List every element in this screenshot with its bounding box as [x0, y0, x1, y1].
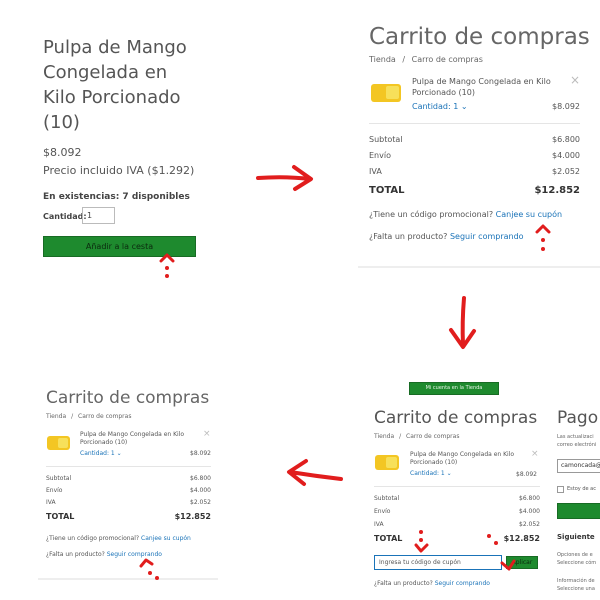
continue-line: ¿Falta un producto? Seguir comprando — [369, 232, 524, 241]
redeem-coupon-link[interactable]: Canjee su cupón — [141, 535, 191, 542]
remove-item-icon[interactable]: × — [531, 449, 539, 459]
annotation-dot — [419, 530, 423, 534]
divider — [46, 466, 211, 467]
cart-item-price: $8.092 — [190, 450, 211, 457]
arrow-right-icon — [256, 165, 313, 191]
breadcrumb-current: Carro de compras — [406, 433, 460, 440]
breadcrumb-home[interactable]: Tienda — [374, 433, 394, 440]
payment-title: Pago — [557, 408, 599, 428]
my-account-button[interactable]: Mi cuenta en la Tienda — [409, 382, 499, 395]
summary: Subtotal $6.800 Envío $4.000 IVA $2.052 TOT… — [374, 495, 540, 543]
promo-line: ¿Tiene un código promocional? Canjee su … — [369, 210, 563, 219]
page-title: Carrito de compras — [374, 408, 538, 428]
breadcrumb-home[interactable]: Tienda — [46, 413, 66, 420]
annotation-dot — [155, 576, 159, 580]
terms-checkbox[interactable] — [557, 486, 564, 493]
cart-item-price: $8.092 — [516, 471, 537, 478]
cart-item-price: $8.092 — [552, 102, 580, 111]
continue-shopping-link[interactable]: Seguir comprando — [107, 551, 162, 558]
page-title: Carrito de compras — [46, 388, 210, 408]
cart-item-name: Pulpa de Mango Congelada en Kilo Porcion… — [410, 451, 515, 466]
cart-panel-top: Carrito de compras Tienda / Carro de com… — [358, 0, 600, 268]
divider — [369, 123, 580, 124]
breadcrumb: Tienda / Carro de compras — [46, 413, 132, 420]
quantity-label: Cantidad: — [43, 212, 87, 221]
annotation-dot — [541, 247, 545, 251]
annotation-dot — [148, 571, 152, 575]
product-thumbnail — [47, 436, 70, 450]
chevron-down-icon: ⌄ — [446, 470, 452, 477]
product-thumbnail — [375, 455, 399, 470]
quantity-dropdown[interactable]: Cantidad: 1 ⌄ — [80, 450, 122, 457]
continue-button[interactable] — [557, 503, 600, 519]
cart-panel-bottom-right: Mi cuenta en la Tienda Carrito de compra… — [360, 368, 600, 600]
chevron-down-icon: ⌄ — [116, 450, 122, 457]
breadcrumb-current: Carro de compras — [78, 413, 132, 420]
email-field[interactable]: camoncada@ — [557, 459, 600, 473]
add-to-cart-button[interactable]: Añadir a la cesta — [43, 236, 196, 257]
continue-line: ¿Falta un producto? Seguir comprando — [374, 580, 490, 587]
continue-line: ¿Falta un producto? Seguir comprando — [46, 551, 162, 558]
annotation-dot — [541, 238, 545, 242]
payment-note: Las actualizaci correo electróni — [557, 434, 597, 448]
cart-item-name: Pulpa de Mango Congelada en Kilo Porcion… — [412, 77, 551, 97]
apply-coupon-button[interactable]: Aplicar — [506, 556, 538, 569]
cart-panel-bottom-left: Carrito de compras Tienda / Carro de com… — [38, 380, 218, 580]
quantity-dropdown[interactable]: Cantidad: 1 ⌄ — [412, 102, 468, 111]
summary: Subtotal $6.800 Envío $4.000 IVA $2.052 TOT… — [369, 135, 580, 196]
breadcrumb-home[interactable]: Tienda — [369, 55, 396, 64]
chevron-down-icon: ⌄ — [460, 102, 468, 111]
terms-label: Estoy de ac — [567, 486, 596, 492]
annotation-dot — [165, 274, 169, 278]
remove-item-icon[interactable]: × — [203, 429, 211, 439]
next-heading: Siguiente — [557, 533, 595, 541]
coupon-input[interactable]: Ingresa tu código de cupón — [374, 555, 502, 570]
arrow-down-icon — [449, 296, 476, 349]
arrow-left-icon — [287, 459, 343, 486]
continue-shopping-link[interactable]: Seguir comprando — [450, 232, 524, 241]
quantity-dropdown[interactable]: Cantidad: 1 ⌄ — [410, 470, 452, 477]
summary: Subtotal $6.800 Envío $4.000 IVA $2.052 TOT… — [46, 475, 211, 521]
breadcrumb-current: Carro de compras — [411, 55, 483, 64]
product-tax-note: Precio incluido IVA ($1.292) — [43, 164, 195, 177]
remove-item-icon[interactable]: × — [570, 73, 580, 87]
annotation-dot — [165, 266, 169, 270]
breadcrumb: Tienda / Carro de compras — [374, 433, 460, 440]
cart-item-name: Pulpa de Mango Congelada en Kilo Porcion… — [80, 431, 185, 446]
product-panel: Pulpa de Mango Congelada en Kilo Porcion… — [0, 0, 255, 290]
product-price: $8.092 — [43, 146, 82, 159]
quantity-input[interactable]: 1 — [82, 207, 115, 224]
continue-shopping-link[interactable]: Seguir comprando — [435, 580, 490, 587]
breadcrumb: Tienda / Carro de compras — [369, 55, 483, 64]
stock-status: En existencias: 7 disponibles — [43, 192, 190, 202]
product-title: Pulpa de Mango Congelada en Kilo Porcion… — [43, 37, 187, 133]
payment-sidebar: Pago Las actualizaci correo electróni ca… — [555, 406, 600, 600]
shipping-options: Opciones de e Seleccione cóm — [557, 552, 597, 566]
product-thumbnail — [371, 84, 401, 102]
billing-info: Información de Seleccione una — [557, 578, 595, 592]
divider — [374, 486, 540, 487]
page-title: Carrito de compras — [369, 24, 590, 50]
redeem-coupon-link[interactable]: Canjee su cupón — [496, 210, 562, 219]
annotation-dot — [494, 541, 498, 545]
annotation-dot — [419, 538, 423, 542]
annotation-dot — [487, 534, 491, 538]
promo-line: ¿Tiene un código promocional? Canjee su … — [46, 535, 191, 542]
